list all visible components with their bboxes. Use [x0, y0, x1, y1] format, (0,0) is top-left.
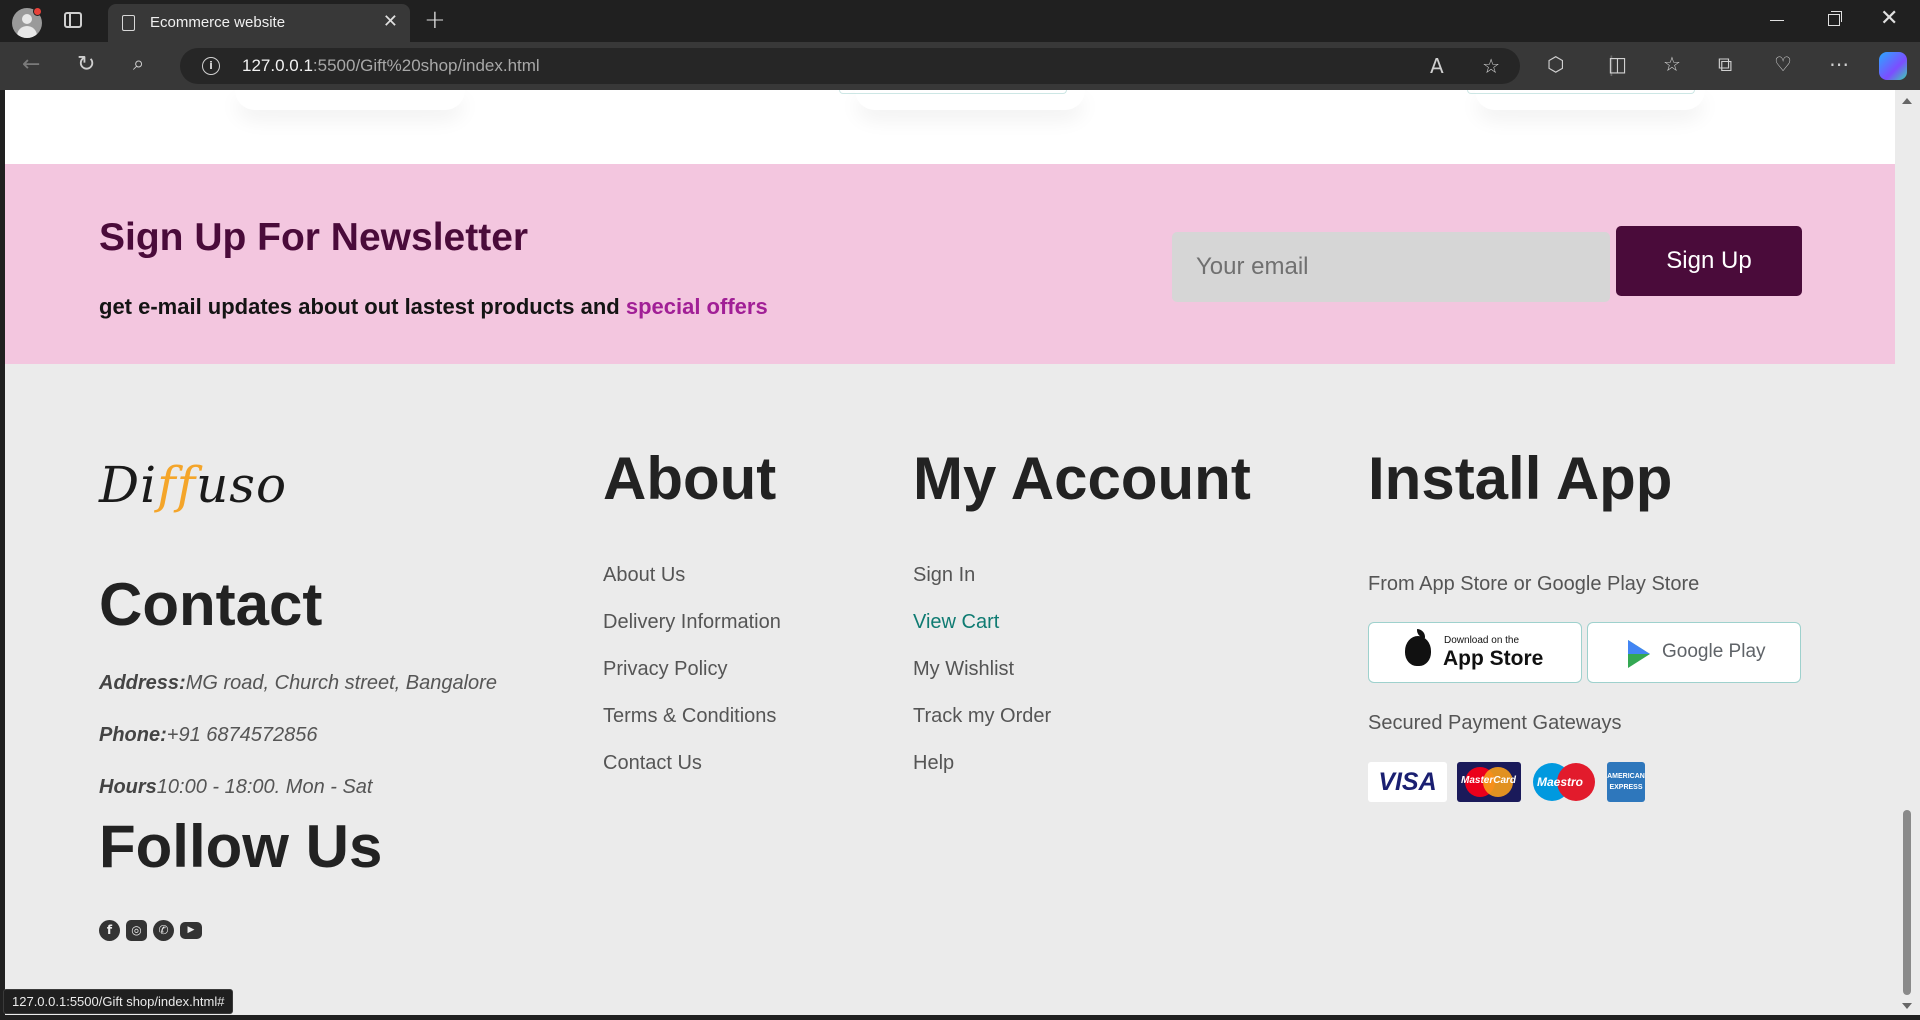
contact-address: Address:MG road, Church street, Bangalor…: [99, 672, 497, 694]
apple-icon: [1405, 636, 1431, 666]
payment-gateways-text: Secured Payment Gateways: [1368, 712, 1622, 734]
newsletter-section: Sign Up For Newsletter get e-mail update…: [5, 164, 1895, 364]
site-footer: Diffuso Contact Address:MG road, Church …: [5, 364, 1895, 1015]
instagram-icon[interactable]: ◎: [126, 920, 147, 941]
site-info-icon[interactable]: i: [202, 57, 220, 75]
youtube-icon[interactable]: ▶: [180, 922, 202, 939]
product-card-bottom: [855, 90, 1085, 110]
view-cart-link[interactable]: View Cart: [913, 611, 999, 634]
facebook-icon[interactable]: f: [99, 920, 120, 941]
newsletter-subtitle: get e-mail updates about out lastest pro…: [99, 294, 768, 319]
back-icon[interactable]: ←: [22, 52, 40, 77]
help-link[interactable]: Help: [913, 752, 954, 775]
app-store-button[interactable]: Download on the App Store: [1368, 622, 1582, 683]
privacy-policy-link[interactable]: Privacy Policy: [603, 658, 727, 681]
my-wishlist-link[interactable]: My Wishlist: [913, 658, 1014, 681]
amex-logo: AMERICAN EXPRESS: [1607, 762, 1645, 802]
special-offers-text: special offers: [625, 294, 768, 319]
whatsapp-icon[interactable]: ✆: [153, 920, 174, 941]
follow-us-heading: Follow Us: [99, 813, 383, 880]
browser-essentials-icon[interactable]: ♡: [1774, 52, 1792, 76]
page-scrollbar[interactable]: [1895, 90, 1920, 1020]
products-section-end: [5, 90, 1895, 164]
install-app-heading: Install App: [1368, 445, 1673, 512]
contact-us-link[interactable]: Contact Us: [603, 752, 702, 775]
url-text: 127.0.0.1:5500/Gift%20shop/index.html: [242, 56, 540, 75]
google-play-button[interactable]: Google Play: [1587, 622, 1801, 683]
newsletter-title: Sign Up For Newsletter: [99, 216, 529, 259]
about-us-link[interactable]: About Us: [603, 564, 685, 587]
more-menu-icon[interactable]: ⋯: [1829, 52, 1849, 76]
contact-phone: Phone:+91 6874572856: [99, 724, 318, 746]
my-account-heading: My Account: [913, 445, 1251, 512]
track-order-link[interactable]: Track my Order: [913, 705, 1051, 728]
read-aloud-icon[interactable]: A: [1430, 54, 1444, 78]
scroll-thumb[interactable]: [1903, 810, 1911, 995]
tab-actions-icon[interactable]: [64, 12, 82, 28]
new-tab-icon[interactable]: +: [424, 5, 446, 35]
window-close-icon[interactable]: ✕: [1880, 6, 1898, 31]
delivery-information-link[interactable]: Delivery Information: [603, 611, 781, 634]
app-store-text: App Store: [1443, 647, 1544, 670]
notification-dot: [33, 7, 42, 16]
split-screen-icon[interactable]: ◫: [1608, 52, 1627, 76]
social-links: f ◎ ✆ ▶: [99, 920, 202, 941]
close-tab-icon[interactable]: ✕: [383, 11, 398, 32]
tab-title: Ecommerce website: [150, 14, 286, 31]
page-viewport: Sign Up For Newsletter get e-mail update…: [5, 90, 1895, 1015]
product-card-bottom: [1475, 90, 1705, 110]
status-bar-url: 127.0.0.1:5500/Gift shop/index.html#: [3, 989, 234, 1014]
sign-up-button[interactable]: Sign Up: [1616, 226, 1802, 296]
browser-tab-bar: Ecommerce website ✕ + ✕: [0, 0, 1920, 42]
favorite-star-icon[interactable]: ☆: [1482, 54, 1500, 78]
install-app-text: From App Store or Google Play Store: [1368, 573, 1700, 595]
contact-heading: Contact: [99, 571, 323, 638]
product-card-bottom: [235, 90, 465, 110]
reload-icon[interactable]: ↻: [77, 52, 95, 77]
extensions-icon[interactable]: ⬡: [1547, 52, 1564, 76]
window-bottom-edge: [0, 1015, 1920, 1020]
terms-conditions-link[interactable]: Terms & Conditions: [603, 705, 776, 728]
page-icon: [122, 15, 135, 31]
favorites-icon[interactable]: ☆: [1663, 52, 1681, 76]
app-store-small-text: Download on the: [1444, 635, 1520, 646]
contact-hours: Hours10:00 - 18:00. Mon - Sat: [99, 776, 373, 798]
mastercard-logo: MasterCard: [1457, 762, 1521, 802]
search-icon[interactable]: ⌕: [133, 51, 144, 75]
address-bar-row: ← ↻ ⌕ i 127.0.0.1:5500/Gift%20shop/index…: [0, 42, 1920, 90]
scroll-down-icon[interactable]: [1902, 1003, 1912, 1009]
copilot-icon[interactable]: [1879, 52, 1907, 80]
restore-icon[interactable]: [1828, 11, 1842, 26]
email-field[interactable]: [1172, 232, 1610, 302]
maestro-logo: Maestro: [1531, 762, 1597, 802]
sign-in-link[interactable]: Sign In: [913, 564, 975, 587]
visa-logo: VISA: [1368, 762, 1447, 802]
scroll-up-icon[interactable]: [1902, 98, 1912, 104]
minimize-icon[interactable]: [1770, 20, 1784, 21]
collections-icon[interactable]: ⧉: [1718, 52, 1732, 76]
browser-tab[interactable]: Ecommerce website ✕: [108, 4, 410, 42]
google-play-text: Google Play: [1662, 641, 1766, 662]
url-field[interactable]: i 127.0.0.1:5500/Gift%20shop/index.html …: [180, 48, 1520, 84]
diffuso-logo[interactable]: Diffuso: [99, 456, 287, 514]
payment-logos: VISA MasterCard Maestro AMERICAN EXPRESS: [1368, 762, 1645, 802]
about-heading: About: [603, 445, 777, 512]
